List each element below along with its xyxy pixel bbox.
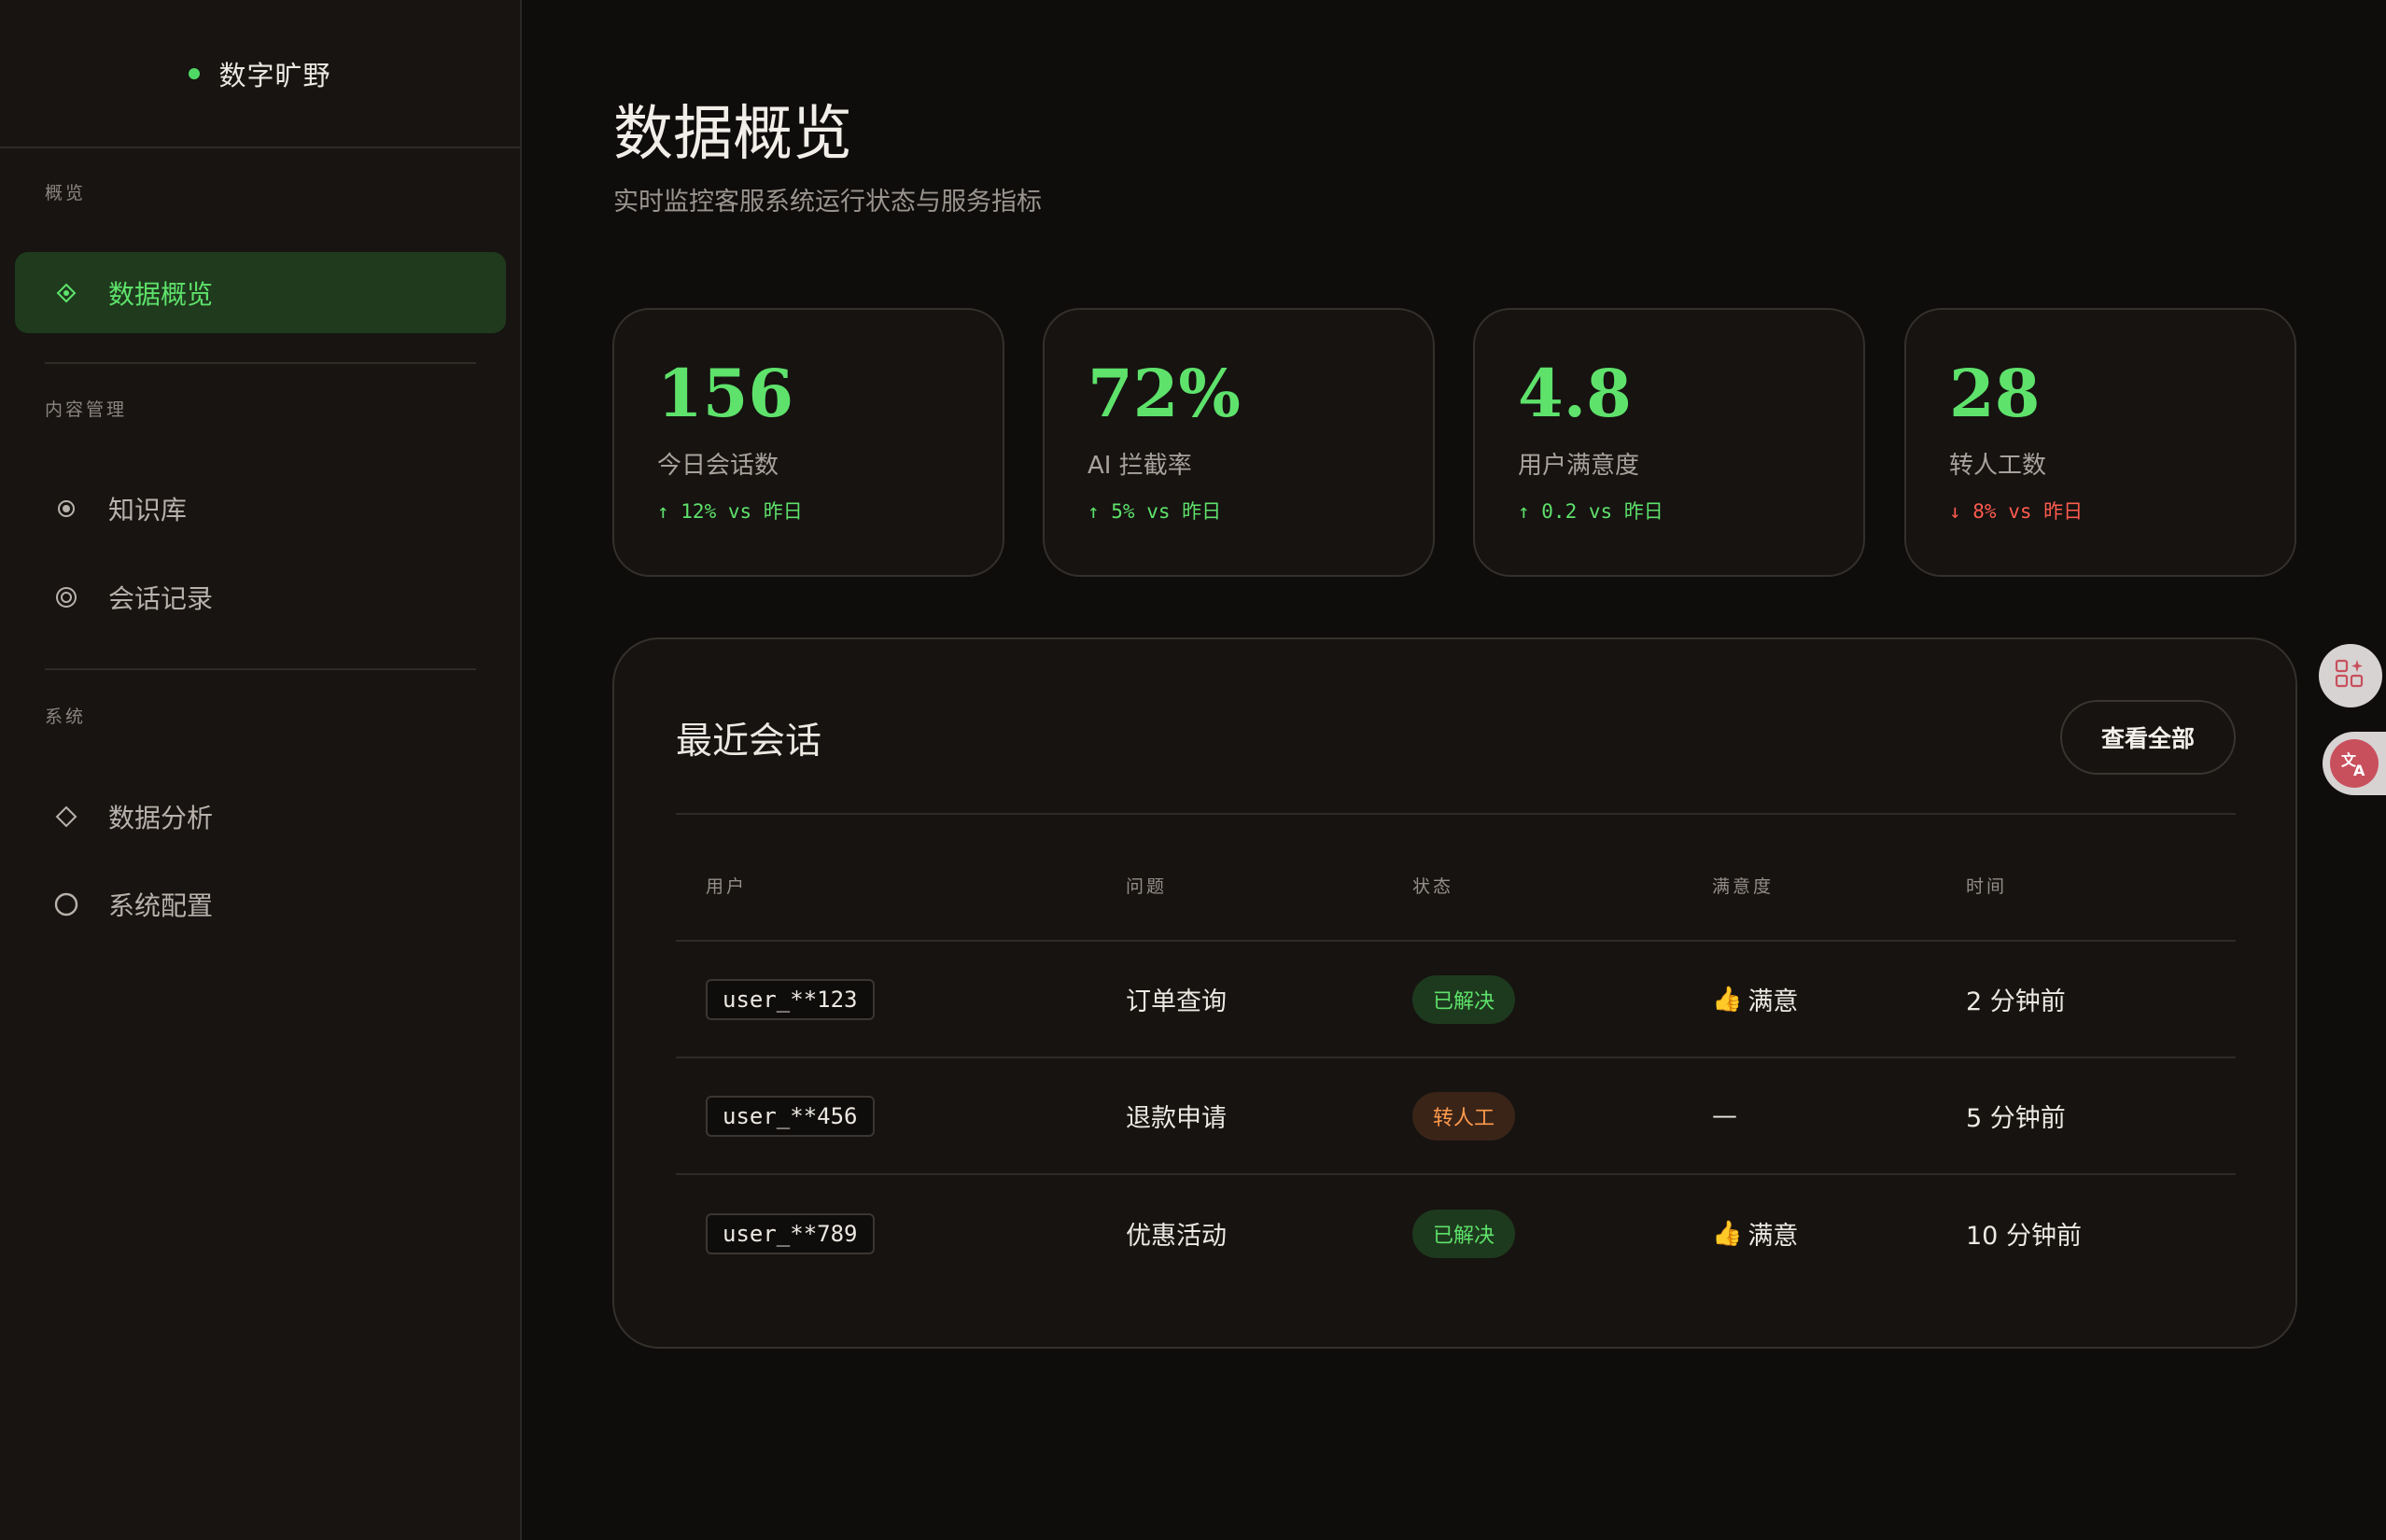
sidebar-item-label: 数据分析 xyxy=(108,802,214,833)
status-badge: 已解决 xyxy=(1412,1209,1516,1258)
sidebar-item-label: 会话记录 xyxy=(108,582,214,614)
sidebar-section-content: 内容管理 xyxy=(45,399,128,420)
status-badge: 转人工 xyxy=(1412,1091,1516,1141)
column-header-time: 时间 xyxy=(1966,876,2008,897)
stat-value: 156 xyxy=(657,355,794,432)
satisfaction-label: 满意 xyxy=(1747,987,1799,1016)
question-cell: 退款申请 xyxy=(1126,1104,1227,1133)
user-id-tag: user_**456 xyxy=(706,1095,875,1137)
column-header-satisfaction: 满意度 xyxy=(1712,876,1775,897)
apps-widget-button[interactable] xyxy=(2319,644,2382,707)
status-badge: 已解决 xyxy=(1412,974,1516,1024)
stat-trend: ↑ 12% vs 昨日 xyxy=(657,500,803,523)
double-circle-icon xyxy=(52,583,80,611)
satisfaction-cell: 👍 满意 xyxy=(1712,1215,1798,1252)
sidebar-item-label: 系统配置 xyxy=(108,889,214,921)
thumbs-up-icon: 👍 xyxy=(1712,1219,1743,1248)
time-cell: 10 分钟前 xyxy=(1966,1222,2082,1251)
main-content: 数据概览 实时监控客服系统运行状态与服务指标 156 今日会话数 ↑ 12% v… xyxy=(524,0,2386,1540)
translate-icon: 文 A xyxy=(2330,739,2379,788)
table-row[interactable]: user_**123 订单查询 已解决 👍 满意 2 分钟前 xyxy=(676,942,2236,1058)
sessions-table: 用户 问题 状态 满意度 时间 user_**123 订单查询 已解决 👍 满意 xyxy=(676,817,2236,1292)
stat-label: AI 拦截率 xyxy=(1088,452,1192,480)
stat-trend: ↓ 8% vs 昨日 xyxy=(1949,500,2084,523)
view-all-button[interactable]: 查看全部 xyxy=(2060,700,2236,775)
satisfaction-cell: 👍 满意 xyxy=(1712,981,1798,1017)
question-cell: 优惠活动 xyxy=(1126,1222,1227,1251)
column-header-status: 状态 xyxy=(1412,876,1454,897)
page-title: 数据概览 xyxy=(613,100,852,169)
stat-card-ai-intercept-rate: 72% AI 拦截率 ↑ 5% vs 昨日 xyxy=(1043,308,1435,577)
sidebar-divider xyxy=(45,668,476,670)
stat-value: 4.8 xyxy=(1518,355,1632,432)
satisfaction-cell: — xyxy=(1712,1101,1737,1130)
stat-value: 72% xyxy=(1088,355,1241,432)
time-cell: 2 分钟前 xyxy=(1966,987,2066,1016)
sidebar-item-knowledge-base[interactable]: 知识库 xyxy=(15,468,506,549)
question-cell: 订单查询 xyxy=(1126,987,1227,1016)
user-id-tag: user_**789 xyxy=(706,1212,875,1254)
sidebar-item-data-analysis[interactable]: 数据分析 xyxy=(15,776,506,857)
recent-sessions-panel: 最近会话 查看全部 用户 问题 状态 满意度 时间 user_**123 订单查… xyxy=(612,637,2297,1349)
table-row[interactable]: user_**789 优惠活动 已解决 👍 满意 10 分钟前 xyxy=(676,1175,2236,1292)
circle-outline-icon xyxy=(52,890,80,918)
sidebar-section-system: 系统 xyxy=(45,707,87,727)
stat-value: 28 xyxy=(1949,355,2041,432)
column-header-question: 问题 xyxy=(1126,876,1168,897)
stat-label: 转人工数 xyxy=(1949,452,2047,480)
table-header: 用户 问题 状态 满意度 时间 xyxy=(676,817,2236,942)
sidebar-item-data-overview[interactable]: 数据概览 xyxy=(15,252,506,333)
diamond-dot-icon xyxy=(52,279,80,307)
sidebar: 数字旷野 概览 数据概览 内容管理 知识库 会话记录 系统 数据分析 系统配置 xyxy=(0,0,522,1540)
column-header-user: 用户 xyxy=(706,876,748,897)
panel-title: 最近会话 xyxy=(676,721,822,763)
brand: 数字旷野 xyxy=(0,0,520,148)
stat-label: 用户满意度 xyxy=(1518,452,1640,480)
thumbs-up-icon: 👍 xyxy=(1712,985,1743,1014)
app-root: 数字旷野 概览 数据概览 内容管理 知识库 会话记录 系统 数据分析 系统配置 … xyxy=(0,0,2386,1540)
translate-widget-button[interactable]: 文 A xyxy=(2323,732,2386,795)
sidebar-divider xyxy=(45,362,476,364)
satisfaction-label: 满意 xyxy=(1747,1222,1799,1251)
stat-label: 今日会话数 xyxy=(657,452,779,480)
stat-card-human-transfers: 28 转人工数 ↓ 8% vs 昨日 xyxy=(1904,308,2296,577)
stat-trend: ↑ 0.2 vs 昨日 xyxy=(1518,500,1663,523)
time-cell: 5 分钟前 xyxy=(1966,1104,2066,1133)
sidebar-item-label: 数据概览 xyxy=(108,278,214,310)
panel-divider xyxy=(676,813,2236,815)
sidebar-item-label: 知识库 xyxy=(108,494,188,525)
sidebar-section-overview: 概览 xyxy=(45,183,87,203)
stat-card-today-sessions: 156 今日会话数 ↑ 12% vs 昨日 xyxy=(612,308,1004,577)
user-id-tag: user_**123 xyxy=(706,978,875,1020)
radio-dot-icon xyxy=(52,495,80,523)
brand-name: 数字旷野 xyxy=(218,59,331,91)
svg-text:A: A xyxy=(2353,762,2365,779)
brand-status-dot xyxy=(189,67,201,79)
stat-trend: ↑ 5% vs 昨日 xyxy=(1088,500,1222,523)
page-subtitle: 实时监控客服系统运行状态与服务指标 xyxy=(613,188,1042,217)
sidebar-item-conversation-log[interactable]: 会话记录 xyxy=(15,556,506,637)
sidebar-item-system-config[interactable]: 系统配置 xyxy=(15,863,506,945)
apps-sparkle-icon xyxy=(2334,657,2367,694)
diamond-outline-icon xyxy=(52,803,80,831)
stat-card-user-satisfaction: 4.8 用户满意度 ↑ 0.2 vs 昨日 xyxy=(1473,308,1865,577)
table-row[interactable]: user_**456 退款申请 转人工 — 5 分钟前 xyxy=(676,1058,2236,1175)
